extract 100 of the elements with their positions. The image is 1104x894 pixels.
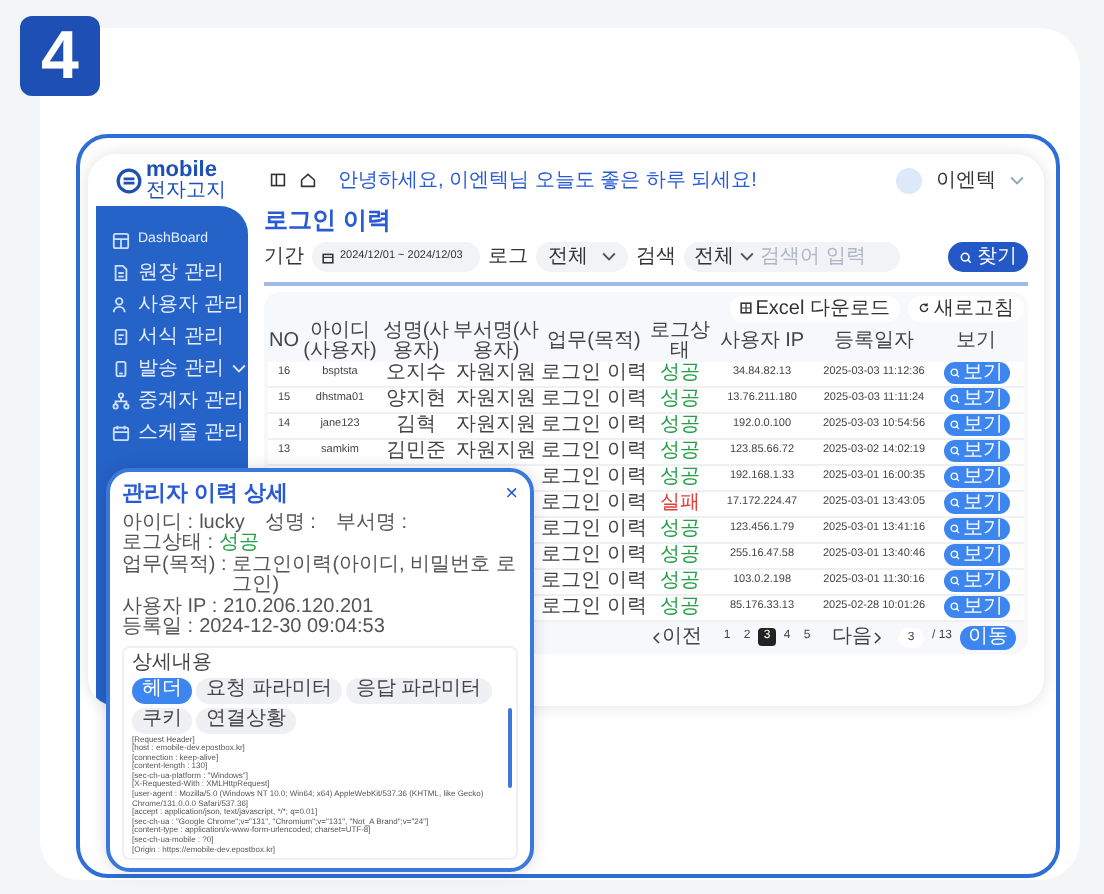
table-cell: 성공 [660, 571, 700, 591]
sidebar-item[interactable]: 사용자 관리 [112, 290, 248, 318]
detail-tab[interactable]: 헤더 [132, 677, 192, 703]
chevron-down-icon [740, 252, 754, 262]
calendar-icon [322, 251, 334, 263]
sidebar-item[interactable]: 중계자 관리 [112, 386, 248, 414]
search-icon [949, 524, 959, 534]
sidebar-toggle-icon[interactable] [270, 172, 286, 188]
column-header: 아이디(사용자) [301, 321, 379, 361]
scrollbar [508, 707, 512, 787]
view-button[interactable]: 보기 [943, 518, 1009, 540]
page-title: 로그인 이력 [264, 206, 393, 236]
table-cell: 성공 [660, 597, 700, 617]
field-label: 아이디 : [122, 513, 194, 533]
view-button[interactable]: 보기 [943, 466, 1009, 488]
search-icon [949, 446, 959, 456]
search-icon [949, 472, 959, 482]
search-icon [949, 498, 959, 508]
sidebar-item[interactable]: 스케줄 관리 [112, 418, 248, 446]
search-field[interactable]: 전체 검색어 입력 [684, 242, 900, 272]
field-label: 업무(목적) : [122, 555, 227, 576]
go-button[interactable]: 이동 [960, 625, 1016, 649]
view-button[interactable]: 보기 [943, 544, 1009, 566]
excel-download-button[interactable]: Excel 다운로드 [729, 295, 900, 321]
step-badge: 4 [20, 16, 100, 96]
view-button[interactable]: 보기 [943, 570, 1009, 592]
chevron-right-icon [873, 631, 882, 643]
search-type-select[interactable]: 전체 [694, 242, 754, 272]
view-button[interactable]: 보기 [943, 596, 1009, 618]
table-cell: 성공 [660, 415, 700, 435]
column-header: 보기 [954, 331, 998, 351]
column-header: 사용자 IP [717, 331, 807, 351]
view-button[interactable]: 보기 [943, 440, 1009, 462]
table-cell: 로그인 이력 [541, 545, 647, 565]
table-cell: 성공 [660, 389, 700, 409]
document-icon [112, 263, 130, 281]
find-button[interactable]: 찾기 [948, 242, 1028, 272]
field-value: 2024-12-30 09:04:53 [199, 618, 385, 639]
table-cell: 김혁 [396, 415, 436, 435]
logo-icon [116, 167, 142, 193]
field-value: 로그인이력(아이디, 비밀번호 로그인) [232, 555, 518, 597]
table-cell: 로그인 이력 [541, 493, 647, 513]
logo-subtitle: 전자고지 [146, 181, 226, 201]
field-value: lucky [199, 513, 245, 533]
column-header: 등록일자 [832, 331, 916, 351]
column-header: 성명(사용자) [380, 321, 452, 361]
chevron-down-icon [231, 363, 246, 373]
dialog-title: 관리자 이력 상세 [122, 480, 289, 510]
table-cell: 로그인 이력 [541, 597, 647, 617]
table-cell: 성공 [660, 545, 700, 565]
detail-tab[interactable]: 쿠키 [132, 707, 192, 733]
view-button[interactable]: 보기 [943, 362, 1009, 384]
log-label: 로그 [488, 244, 528, 272]
table-cell: 성공 [660, 467, 700, 487]
detail-tab[interactable]: 응답 파라미터 [345, 677, 492, 703]
search-label: 검색 [636, 244, 676, 272]
table-cell: 자원지원 [456, 441, 536, 461]
table-cell: 로그인 이력 [541, 519, 647, 539]
search-icon [949, 602, 959, 612]
table-cell: 자원지원 [456, 389, 536, 409]
table-cell: 실패 [660, 493, 700, 513]
previous-page-button[interactable]: 이전 [651, 622, 702, 652]
view-button[interactable]: 보기 [943, 414, 1009, 436]
table-cell: 양지현 [386, 389, 446, 409]
user-name: 이엔텍 [936, 167, 996, 195]
table-cell: 로그인 이력 [541, 363, 647, 383]
search-icon [959, 251, 971, 263]
table-cell: 로그인 이력 [541, 467, 647, 487]
field-value: 성공 [219, 534, 260, 555]
detail-tab[interactable]: 요청 파라미터 [196, 677, 342, 703]
phone-icon [112, 359, 130, 377]
field-label: 등록일 : [122, 618, 194, 639]
search-icon [949, 368, 959, 378]
greeting-text: 안녕하세요, 이엔텍님 오늘도 좋은 하루 되세요! [338, 167, 757, 195]
form-icon [112, 327, 130, 345]
search-icon [949, 576, 959, 586]
table-cell: 성공 [660, 519, 700, 539]
dashboard-icon [112, 231, 130, 249]
view-button[interactable]: 보기 [943, 388, 1009, 410]
refresh-button[interactable]: 새로고침 [908, 295, 1024, 321]
column-header: 로그상태 [648, 321, 712, 361]
sidebar-item[interactable]: 발송 관리 [112, 354, 248, 382]
column-header: 업무(목적) [545, 331, 643, 351]
table-cell: 자원지원 [456, 415, 536, 435]
next-page-button[interactable]: 다음 [831, 622, 882, 652]
table-cell: 로그인 이력 [541, 571, 647, 591]
table-cell: 성공 [660, 363, 700, 383]
log-select[interactable]: 전체 [536, 242, 628, 272]
search-icon [949, 394, 959, 404]
chevron-left-icon [651, 631, 660, 643]
detail-tab[interactable]: 연결상황 [196, 707, 296, 733]
section-title: 상세내용 [132, 651, 214, 675]
network-icon [112, 391, 130, 409]
view-button[interactable]: 보기 [943, 492, 1009, 514]
sidebar-item[interactable]: 서식 관리 [112, 322, 248, 350]
close-button[interactable]: × [505, 483, 518, 506]
user-icon [112, 295, 130, 313]
sidebar-item[interactable]: 원장 관리 [112, 258, 248, 286]
home-icon[interactable] [300, 172, 316, 188]
field-label: 부서명 : [335, 513, 407, 534]
